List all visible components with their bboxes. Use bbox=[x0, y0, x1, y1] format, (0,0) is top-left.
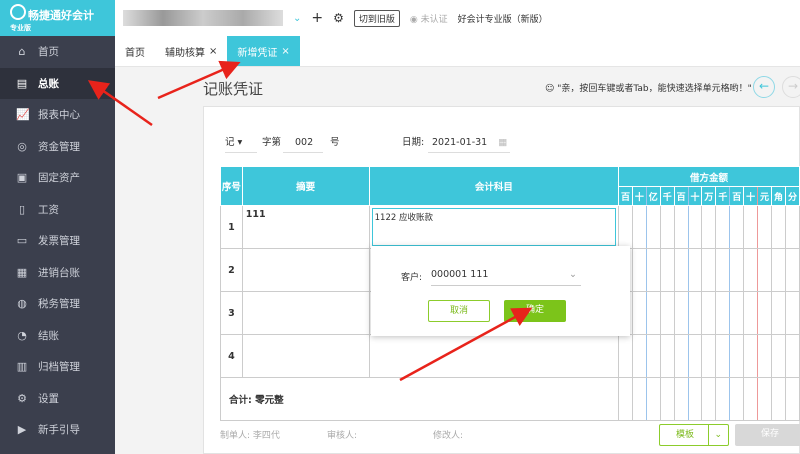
arrow-to-ledger bbox=[87, 80, 153, 127]
arrow-to-confirm bbox=[399, 307, 533, 382]
annotation-arrows bbox=[87, 60, 533, 382]
arrow-to-tab bbox=[157, 60, 241, 100]
